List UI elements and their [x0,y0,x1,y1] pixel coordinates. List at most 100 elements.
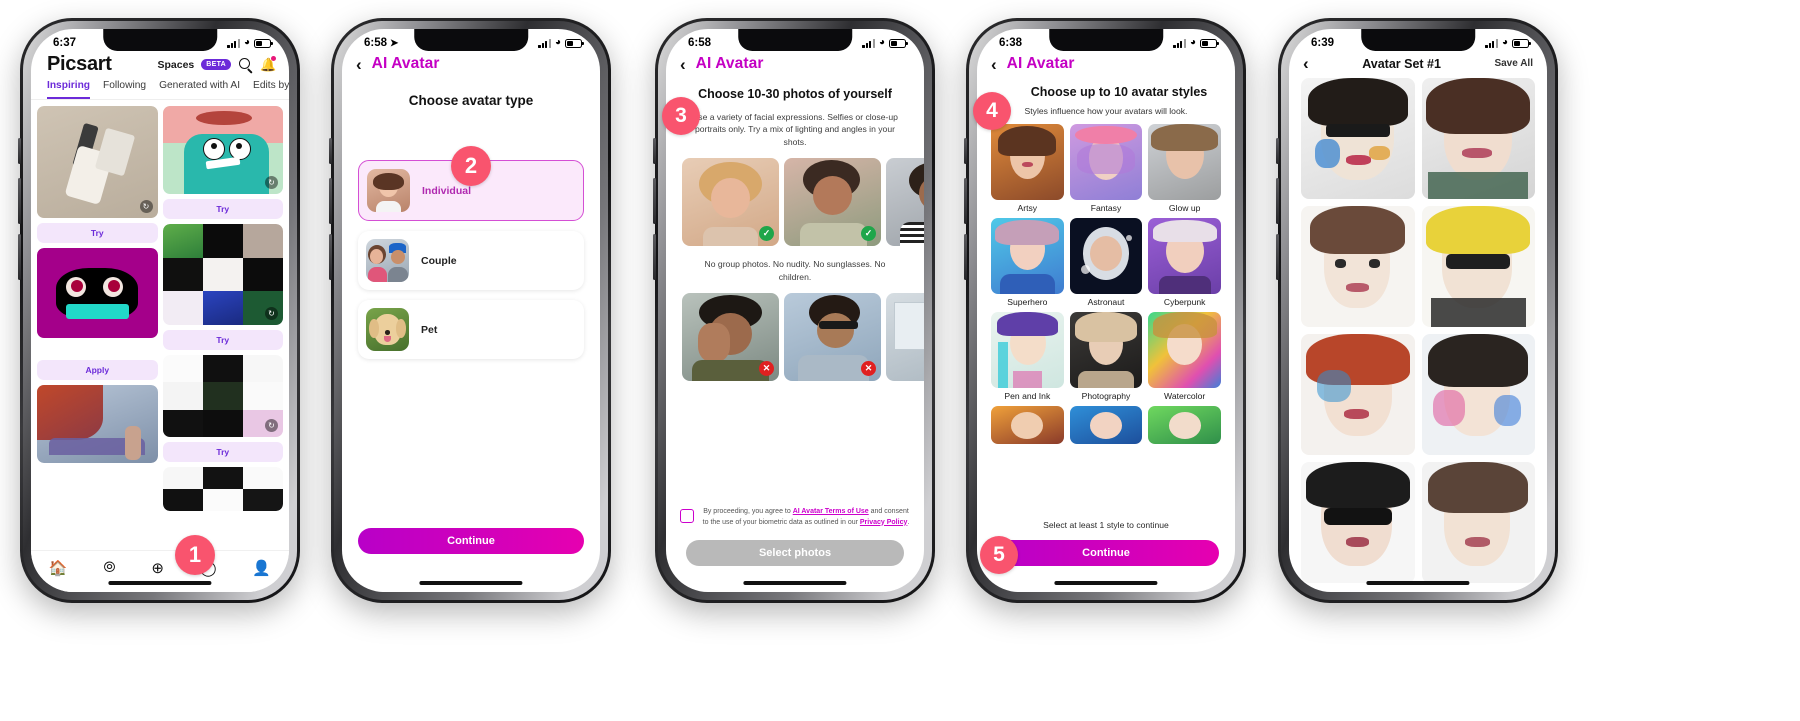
phone-5-frame: 6:39 ◕ ‹ Avatar Set #1 Save All [1276,18,1558,603]
photo-thumbnail[interactable]: ✕ [886,293,924,382]
tab-inspiring[interactable]: Inspiring [47,80,91,99]
style-thumbnail [1069,218,1143,294]
notch [414,29,528,51]
photo-thumbnail[interactable]: ✕ [682,293,779,382]
feed-grid[interactable]: ↻ Try Apply ↻ Try ↻ Try ↻ Try [31,100,289,517]
tab-generated-with-ai[interactable]: Generated with AI [159,80,240,99]
wifi-icon: ◕ [554,37,561,48]
feed-card[interactable]: ↻ Try [37,106,158,243]
avatar-cell[interactable] [1421,334,1535,455]
style-tile-cyberpunk[interactable]: Cyberpunk [1148,218,1221,307]
notch [738,29,852,51]
feed-cta-button[interactable]: Try [162,330,283,350]
continue-button[interactable]: Continue [358,528,584,554]
feed-cta-button[interactable]: Try [37,223,158,243]
location-arrow-icon: ➤ [390,37,399,49]
feed-card[interactable]: ↻ Try [162,355,283,462]
nav-bar: ‹ AI Avatar [666,51,924,79]
bottom-tab-bar[interactable]: 🏠 ⦾ ⊕ ◯ 👤 [31,550,289,592]
style-tile-superhero[interactable]: Superhero [991,218,1064,307]
avatar-cell[interactable] [1421,462,1535,583]
chevron-left-icon[interactable]: ‹ [991,56,997,73]
avatar-cell[interactable] [1301,334,1415,455]
style-tile-artsy[interactable]: Artsy [991,124,1064,213]
privacy-policy-link[interactable]: Privacy Policy [860,519,907,526]
style-tile-extra-2[interactable] [1069,406,1143,444]
style-grid[interactable]: Artsy Fantasy Glow up Superhero Astronau… [977,116,1235,444]
consent-row[interactable]: By proceeding, you agree to AI Avatar Te… [680,507,910,528]
style-label: Watercolor [1164,391,1206,401]
home-indicator [108,581,212,585]
feed-cta-button[interactable]: Try [162,442,283,462]
photo-thumbnail[interactable]: ✓ [784,158,881,247]
replay-icon: ↻ [139,200,153,213]
page-title: AI Avatar [695,55,764,72]
style-tile-watercolor[interactable]: Watercolor [1148,312,1221,401]
style-tile-photography[interactable]: Photography [1069,312,1143,401]
style-label: Cyberpunk [1163,297,1206,307]
feed-cta-button[interactable]: Apply [37,360,158,380]
phone-4-frame: 6:38 ◕ ‹ AI Avatar Choose up to 10 avata… [964,18,1246,603]
style-tile-extra-3[interactable] [1148,406,1221,444]
compass-icon[interactable]: ⦾ [103,559,115,576]
consent-text-before: By proceeding, you agree to [703,508,793,515]
select-photos-button[interactable]: Select photos [686,540,904,566]
avatar-cell[interactable] [1301,206,1415,327]
avatar-type-option-couple[interactable]: Couple [358,231,584,290]
chevron-left-icon[interactable]: ‹ [356,56,362,73]
style-thumbnail [991,124,1064,200]
consent-checkbox[interactable] [680,509,694,523]
feed-card[interactable]: Apply [37,248,158,380]
ai-avatar-terms-link[interactable]: AI Avatar Terms of Use [793,508,869,515]
battery-icon [1512,38,1531,48]
photo-thumbnail[interactable]: ✕ [784,293,881,382]
style-thumbnail [1148,218,1221,294]
chevron-left-icon[interactable]: ‹ [1303,55,1309,72]
plus-circle-icon[interactable]: ⊕ [151,559,164,577]
avatar-cell[interactable] [1421,78,1535,199]
avatar-grid[interactable] [1289,78,1547,583]
step-badge-5: 5 [980,536,1018,574]
feed-cta-button[interactable]: Try [162,199,283,219]
option-label: Individual [422,184,472,197]
app-logo: Picsart [47,53,112,75]
continue-button[interactable]: Continue [993,540,1219,566]
avatar-cell[interactable] [1301,462,1415,583]
section-heading: Choose 10-30 photos of yourself [698,87,892,101]
tab-edits-by-m[interactable]: Edits by M [253,80,289,99]
option-label: Pet [421,323,438,336]
avatar-type-option-pet[interactable]: Pet [358,300,584,359]
style-tile-pen-and-ink[interactable]: Pen and Ink [991,312,1064,401]
style-tile-astronaut[interactable]: Astronaut [1069,218,1143,307]
bad-photos-row[interactable]: ✕ ✕ ✕ [666,293,924,382]
style-tile-extra-1[interactable] [991,406,1064,444]
tab-following[interactable]: Following [103,80,146,99]
step-badge-1: 1 [175,535,215,575]
profile-icon[interactable]: 👤 [252,559,271,577]
home-icon[interactable]: 🏠 [49,559,68,577]
photo-thumbnail[interactable]: ✓ [682,158,779,247]
notch [1049,29,1163,51]
photo-thumbnail[interactable] [886,158,924,247]
spaces-link[interactable]: Spaces [157,59,194,71]
style-tile-glow-up[interactable]: Glow up [1148,124,1221,213]
feed-card[interactable]: ↻ Try [162,224,283,350]
search-icon[interactable] [238,57,253,72]
cellular-bars-icon [227,38,240,48]
style-thumbnail [991,312,1064,388]
battery-icon [889,38,908,48]
status-time: 6:38 [999,37,1023,49]
feed-card[interactable] [37,385,158,463]
cellular-bars-icon [1173,38,1186,48]
style-tile-fantasy[interactable]: Fantasy [1069,124,1143,213]
bell-icon[interactable]: 🔔 [260,56,276,72]
check-icon: ✓ [861,226,876,242]
feed-card[interactable] [162,467,283,511]
good-photos-row[interactable]: ✓ ✓ [666,158,924,247]
mosaic-preview: ↻ [162,224,283,325]
save-all-button[interactable]: Save All [1494,58,1533,69]
avatar-cell[interactable] [1301,78,1415,199]
chevron-left-icon[interactable]: ‹ [680,56,686,73]
avatar-cell[interactable] [1421,206,1535,327]
feed-card[interactable]: ↻ Try [162,106,283,219]
